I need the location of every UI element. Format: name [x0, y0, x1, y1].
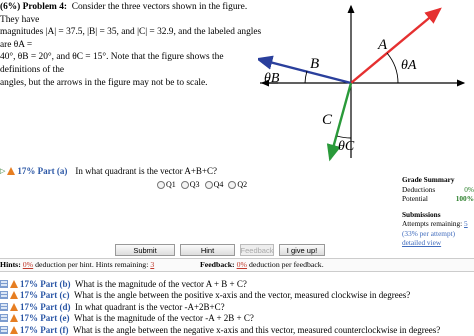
- option-q2[interactable]: Q2: [228, 180, 247, 189]
- part-a-question: In what quadrant is the vector A+B+C?: [75, 166, 217, 176]
- feedback-info: Feedback: 0% deduction per feedback.: [200, 260, 324, 269]
- expand-arrow-icon[interactable]: ▷: [0, 167, 5, 175]
- action-buttons: Submit Hint Feedback I give up!: [115, 244, 325, 256]
- warning-icon: [10, 314, 18, 323]
- label-theta-a: θA: [401, 58, 417, 73]
- grade-summary-title: Grade Summary: [402, 175, 455, 184]
- label-theta-c: θC: [338, 139, 355, 154]
- problem-line-3: 40°, θB = 20°, and θC = 15°. Note that t…: [0, 52, 224, 75]
- attempts-label: Attempts remaining:: [402, 219, 463, 228]
- problem-line-4: angles, but the arrows in the figure may…: [0, 77, 208, 88]
- feedback-percent: 0%: [236, 260, 248, 269]
- radio-q1[interactable]: [157, 180, 165, 189]
- warning-icon: [7, 167, 16, 175]
- radio-q4[interactable]: [204, 180, 213, 189]
- part-icon: [0, 279, 8, 288]
- hints-remaining: 3: [150, 260, 155, 269]
- part-d-row[interactable]: 17% Part (d) In what quadrant is the vec…: [0, 301, 474, 313]
- part-icon: [0, 325, 8, 334]
- problem-statement: (6%) Problem 4: Consider the three vecto…: [0, 1, 262, 89]
- part-icon: [0, 302, 8, 311]
- other-parts-list: 17% Part (b) What is the magnitude of th…: [0, 278, 474, 336]
- vector-a: [350, 7, 442, 84]
- part-icon: [0, 314, 8, 323]
- label-theta-b: θB: [264, 71, 280, 86]
- part-c-row[interactable]: 17% Part (c) What is the angle between t…: [0, 290, 474, 302]
- option-q4[interactable]: Q4: [204, 180, 223, 189]
- angle-arc-a: [386, 52, 399, 84]
- submit-button[interactable]: Submit: [115, 244, 175, 256]
- warning-icon: [10, 302, 18, 311]
- quadrant-options: Q1 Q3 Q4 Q2: [157, 180, 250, 189]
- option-q1[interactable]: Q1: [157, 180, 176, 189]
- give-up-button[interactable]: I give up!: [279, 244, 325, 256]
- problem-line-2: magnitudes |A| = 37.5, |B| = 35, and |C|…: [0, 27, 262, 50]
- radio-q3[interactable]: [180, 180, 189, 189]
- per-attempt: (33% per attempt): [402, 228, 456, 238]
- problem-heading: (6%) Problem 4:: [0, 2, 67, 12]
- hints-percent: 0%: [22, 260, 34, 269]
- submissions-title: Submissions: [402, 209, 441, 219]
- detailed-view-link[interactable]: detailed view: [402, 238, 474, 248]
- angle-arc-b: [304, 70, 308, 84]
- label-c: C: [322, 112, 333, 128]
- warning-icon: [10, 279, 18, 288]
- warning-icon: [10, 325, 18, 334]
- potential-value: 100%: [455, 194, 474, 203]
- part-f-row[interactable]: 17% Part (f) What is the angle between t…: [0, 324, 474, 336]
- hint-button[interactable]: Hint: [180, 244, 235, 256]
- part-e-row[interactable]: 17% Part (e) What is the magnitude of th…: [0, 313, 474, 325]
- label-a: A: [377, 37, 388, 53]
- grade-summary: Grade Summary Deductions 0% Potential 100%…: [402, 175, 474, 248]
- part-a-title: 17% Part (a): [17, 166, 68, 176]
- deductions-value: 0%: [464, 184, 474, 194]
- vector-figure: A θA B θB C θC: [258, 4, 466, 162]
- feedback-button[interactable]: Feedback: [240, 244, 274, 256]
- part-b-row[interactable]: 17% Part (b) What is the magnitude of th…: [0, 278, 474, 290]
- radio-q2[interactable]: [228, 180, 237, 189]
- warning-icon: [10, 291, 18, 300]
- potential-label: Potential: [402, 194, 428, 203]
- label-b: B: [310, 56, 319, 72]
- hints-bar: Hints: 0% deduction per hint. Hints rema…: [0, 258, 474, 272]
- attempts-value: 5: [464, 219, 468, 228]
- deductions-label: Deductions: [402, 184, 436, 194]
- hints-info: Hints: 0% deduction per hint. Hints rema…: [0, 260, 155, 269]
- part-icon: [0, 291, 8, 300]
- angle-arc-c: [336, 135, 352, 139]
- option-q3[interactable]: Q3: [180, 180, 200, 189]
